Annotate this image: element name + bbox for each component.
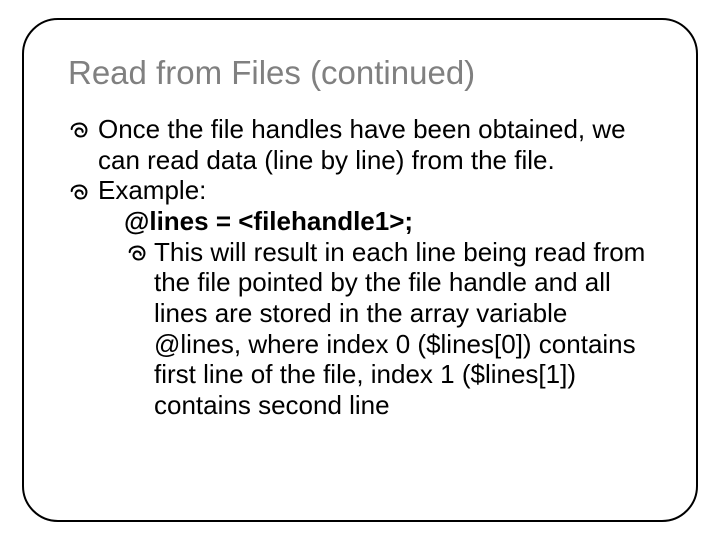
bullet-text: Once the file handles have been obtained… bbox=[98, 114, 626, 175]
slide-title: Read from Files (continued) bbox=[68, 54, 652, 92]
slide: Read from Files (continued) Once the fil… bbox=[0, 0, 720, 540]
bullet-item: This will result in each line being read… bbox=[68, 237, 652, 421]
code-line: @lines = <filehandle1>; bbox=[68, 206, 652, 237]
slide-body: Once the file handles have been obtained… bbox=[68, 114, 652, 421]
bullet-item: Once the file handles have been obtained… bbox=[68, 114, 652, 175]
swirl-bullet-icon bbox=[126, 243, 148, 265]
bullet-text: Example: bbox=[98, 175, 206, 205]
slide-frame: Read from Files (continued) Once the fil… bbox=[22, 18, 698, 522]
swirl-bullet-icon bbox=[68, 120, 90, 142]
bullet-text: This will result in each line being read… bbox=[154, 237, 645, 420]
swirl-bullet-icon bbox=[68, 182, 90, 204]
bullet-item: Example: bbox=[68, 175, 652, 206]
